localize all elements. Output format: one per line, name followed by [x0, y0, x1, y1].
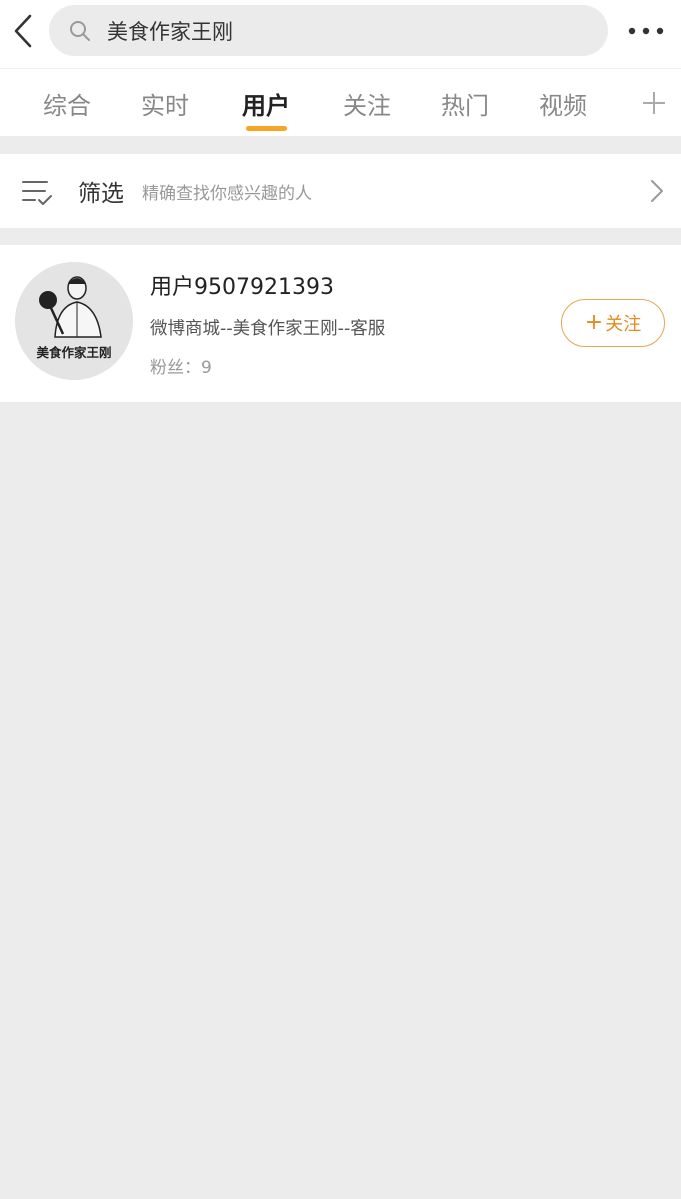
add-tab-button[interactable] [632, 69, 676, 137]
add-tab-icon [643, 92, 665, 114]
user-name[interactable]: 用户9507921393 [150, 269, 334, 301]
more-icon [628, 27, 664, 35]
tab-comprehensive[interactable]: 综合 [36, 69, 98, 137]
back-arrow-icon [14, 14, 32, 48]
filter-row[interactable]: 筛选 精确查找你感兴趣的人 [0, 154, 681, 228]
search-input[interactable]: 美食作家王刚 [49, 5, 608, 56]
filter-description: 精确查找你感兴趣的人 [142, 183, 312, 204]
search-icon [69, 20, 91, 42]
follow-label: 关注 [605, 314, 642, 335]
tab-videos[interactable]: 视频 [532, 69, 594, 137]
user-result-card[interactable]: 美食作家王刚 用户9507921393 微博商城--美食作家王刚--客服 粉丝：… [0, 245, 681, 402]
avatar[interactable]: 美食作家王刚 [15, 262, 133, 380]
tab-realtime[interactable]: 实时 [134, 69, 196, 137]
fans-count: 粉丝：9 [150, 358, 212, 378]
filter-title: 筛选 [78, 181, 124, 207]
tab-following[interactable]: 关注 [336, 69, 398, 137]
top-bar: 美食作家王刚 [0, 0, 681, 68]
chevron-right-icon [651, 180, 663, 202]
avatar-caption: 美食作家王刚 [36, 345, 112, 360]
tab-hot[interactable]: 热门 [434, 69, 496, 137]
active-tab-indicator [246, 126, 287, 131]
follow-button[interactable]: + 关注 [561, 299, 665, 347]
search-query: 美食作家王刚 [107, 19, 233, 44]
filter-icon [22, 181, 52, 205]
back-button[interactable] [6, 8, 40, 54]
chef-illustration [15, 262, 133, 380]
user-description: 微博商城--美食作家王刚--客服 [150, 319, 386, 339]
more-button[interactable] [624, 14, 668, 48]
tab-bar: 综合 实时 用户 关注 热门 视频 [0, 68, 681, 136]
plus-icon: + [584, 310, 604, 335]
